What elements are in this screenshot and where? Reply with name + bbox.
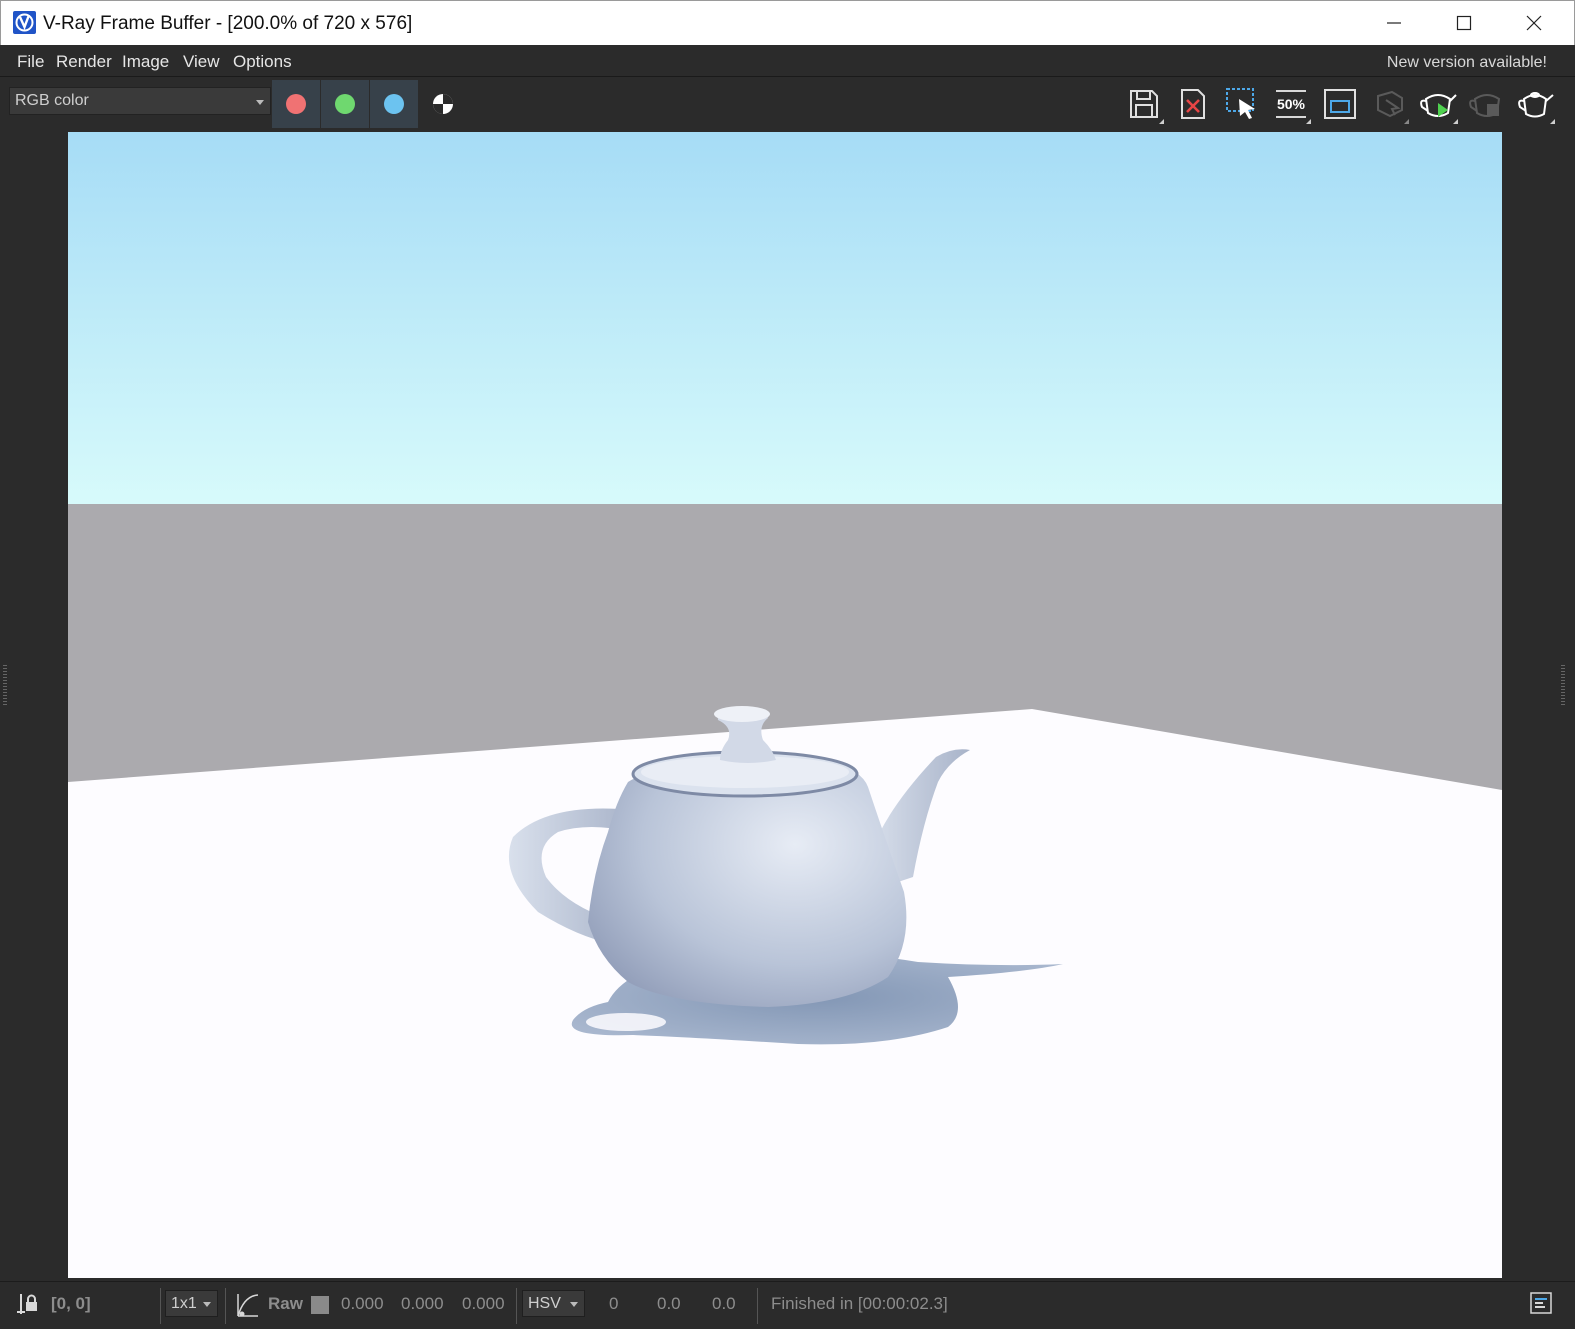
green-value: 0.000: [401, 1294, 444, 1313]
render-teapot-icon: [1518, 92, 1554, 118]
red-value: 0.000: [341, 1294, 384, 1313]
track-mouse-button[interactable]: [1368, 84, 1410, 124]
blue-value: 0.000: [462, 1294, 505, 1313]
color-space-value: HSV: [528, 1295, 561, 1312]
minimize-icon: [1387, 22, 1401, 24]
channel-dropdown-value: RGB color: [15, 92, 89, 109]
menu-image[interactable]: Image: [122, 52, 169, 72]
chevron-down-icon: [203, 1302, 211, 1307]
start-interactive-render-icon: [1420, 94, 1457, 117]
log-panel-icon[interactable]: [1530, 1292, 1552, 1319]
sky: [68, 132, 1502, 510]
status-bar: [0, 0] 1x1 Raw 0.000 0.000 0.000 HSV 0 0…: [0, 1281, 1575, 1329]
zoom-50-button[interactable]: 50%: [1270, 84, 1312, 124]
region-render-icon: [1226, 88, 1255, 119]
monochrome-button[interactable]: [421, 80, 465, 128]
sample-size-value: 1x1: [171, 1295, 197, 1312]
menu-options[interactable]: Options: [233, 52, 292, 72]
zoom-50-label: 50%: [1277, 96, 1306, 112]
save-icon: [1130, 90, 1158, 118]
frame-button[interactable]: [1319, 84, 1361, 124]
chevron-down-icon: [256, 100, 264, 105]
maximize-icon: [1456, 15, 1472, 31]
green-channel-button[interactable]: [321, 80, 369, 128]
stop-render-button[interactable]: [1466, 84, 1508, 124]
zoom-50-icon: 50%: [1276, 90, 1306, 118]
value-value: 0.0: [712, 1294, 736, 1313]
clear-image-icon: [1181, 89, 1205, 119]
red-dot-icon: [286, 94, 306, 114]
stop-render-icon: [1469, 94, 1501, 117]
right-panel-grip[interactable]: [1561, 665, 1565, 705]
vray-logo-icon: [13, 11, 36, 34]
menu-bar: File Render Image View Options New versi…: [0, 45, 1575, 77]
color-swatch: [311, 1296, 329, 1314]
hue-value: 0: [609, 1294, 619, 1313]
render-status-message: Finished in [00:00:02.3]: [771, 1294, 948, 1313]
frame-buffer-window: File Render Image View Options New versi…: [0, 45, 1575, 1329]
green-dot-icon: [335, 94, 355, 114]
pixel-coordinates: [0, 0]: [51, 1294, 91, 1313]
color-space-dropdown[interactable]: HSV: [522, 1290, 585, 1317]
blue-dot-icon: [384, 94, 404, 114]
sample-size-dropdown[interactable]: 1x1: [165, 1290, 218, 1317]
menu-file[interactable]: File: [17, 52, 44, 72]
render-viewport[interactable]: [68, 132, 1502, 1278]
monochrome-icon: [433, 94, 453, 114]
render-button[interactable]: [1514, 84, 1556, 124]
region-render-button[interactable]: [1221, 84, 1263, 124]
channel-dropdown[interactable]: RGB color: [9, 87, 271, 115]
toolbar: RGB color 50%: [0, 78, 1575, 130]
blue-channel-button[interactable]: [370, 80, 418, 128]
clear-image-button[interactable]: [1172, 84, 1214, 124]
maximize-button[interactable]: [1429, 1, 1499, 45]
saturation-value: 0.0: [657, 1294, 681, 1313]
lock-coords-icon[interactable]: [16, 1292, 40, 1321]
frame-icon: [1324, 89, 1356, 119]
menu-view[interactable]: View: [183, 52, 220, 72]
window-title: V-Ray Frame Buffer - [200.0% of 720 x 57…: [43, 13, 413, 34]
save-image-button[interactable]: [1123, 84, 1165, 124]
menu-render[interactable]: Render: [56, 52, 112, 72]
display-mode[interactable]: Raw: [268, 1294, 303, 1314]
title-bar: V-Ray Frame Buffer - [200.0% of 720 x 57…: [0, 0, 1575, 45]
new-version-link[interactable]: New version available!: [1387, 54, 1547, 72]
red-channel-button[interactable]: [272, 80, 320, 128]
start-interactive-render-button[interactable]: [1417, 84, 1459, 124]
chevron-down-icon: [570, 1302, 578, 1307]
rendered-image: [68, 132, 1502, 1278]
close-icon: [1526, 15, 1542, 31]
track-mouse-icon: [1377, 90, 1403, 118]
color-corrections-icon[interactable]: [234, 1292, 260, 1323]
close-button[interactable]: [1499, 1, 1569, 45]
left-panel-grip[interactable]: [3, 665, 7, 705]
minimize-button[interactable]: [1359, 1, 1429, 45]
